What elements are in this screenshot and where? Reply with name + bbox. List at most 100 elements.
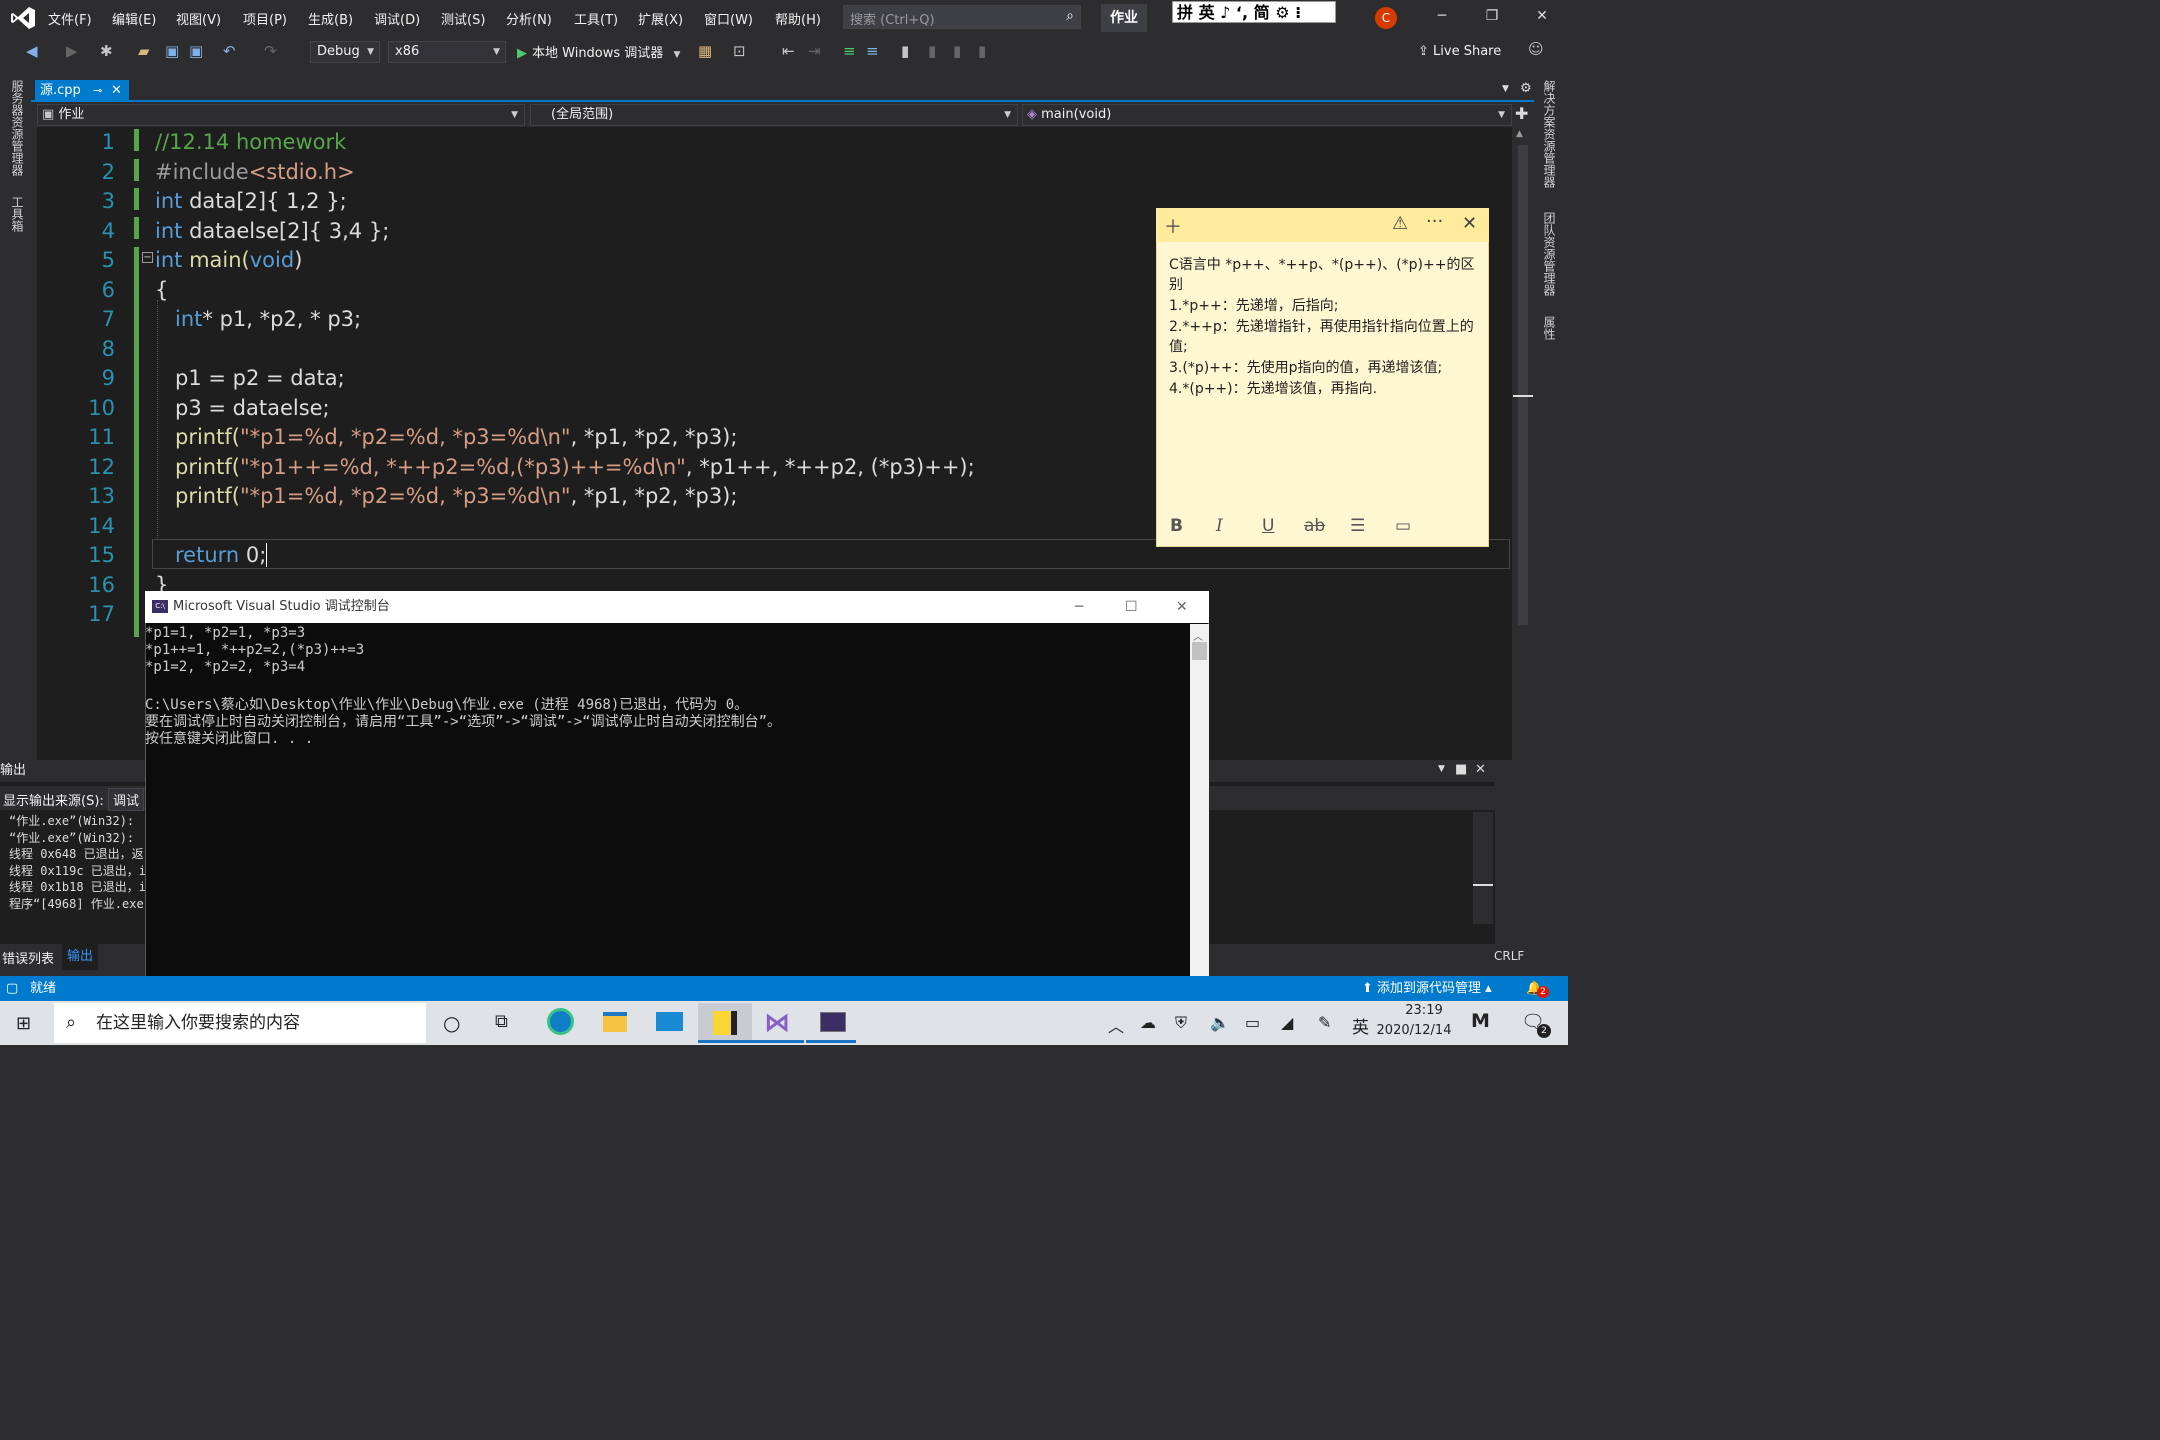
- image-icon[interactable]: ▭: [1395, 516, 1411, 536]
- save-all-icon[interactable]: ▣: [189, 42, 203, 60]
- volume-icon[interactable]: 🔈: [1210, 1013, 1230, 1032]
- properties-tab[interactable]: 属性: [1541, 316, 1558, 340]
- step-icon[interactable]: ⇤: [782, 42, 795, 60]
- ime-mode-icon[interactable]: M: [1471, 1010, 1490, 1032]
- edge-browser-icon[interactable]: [547, 1008, 574, 1035]
- feedback-icon[interactable]: ☺: [1528, 40, 1544, 58]
- platform-dropdown[interactable]: x86 ▼: [388, 41, 506, 63]
- menu-item[interactable]: 项目(P): [243, 9, 287, 28]
- restore-icon[interactable]: ❐: [1482, 8, 1502, 24]
- strikethrough-icon[interactable]: ab: [1304, 516, 1325, 536]
- collapse-icon[interactable]: −: [142, 252, 153, 263]
- bookmark-icon[interactable]: ▮: [901, 42, 909, 60]
- new-project-icon[interactable]: ✱: [100, 42, 113, 60]
- menu-item[interactable]: 视图(V): [176, 9, 221, 28]
- close-panel-icon[interactable]: ✕: [1475, 762, 1486, 777]
- task-view-icon[interactable]: ⧉: [495, 1011, 508, 1032]
- minimize-icon[interactable]: ─: [1432, 8, 1452, 24]
- add-note-icon[interactable]: ＋: [1164, 213, 1182, 239]
- comment-icon[interactable]: ≡: [843, 42, 856, 60]
- scrollbar-thumb[interactable]: [1518, 145, 1528, 625]
- menu-item[interactable]: 测试(S): [441, 9, 485, 28]
- taskbar-date[interactable]: 2020/12/14: [1374, 1023, 1454, 1038]
- menu-item[interactable]: 生成(B): [308, 9, 353, 28]
- user-avatar[interactable]: C: [1375, 7, 1397, 29]
- next-bookmark-icon[interactable]: ▮: [953, 42, 961, 60]
- bold-icon[interactable]: B: [1170, 516, 1183, 536]
- project-nav-dropdown[interactable]: ▣ 作业 ▼: [37, 104, 525, 126]
- save-icon[interactable]: ▣: [165, 42, 179, 60]
- clear-bookmark-icon[interactable]: ▮: [978, 42, 986, 60]
- scope-nav-dropdown[interactable]: (全局范围) ▼: [530, 104, 1018, 126]
- source-control-button[interactable]: ⬆ 添加到源代码管理 ▴: [1362, 976, 1492, 1001]
- close-icon[interactable]: ✕: [1532, 8, 1552, 24]
- browser-link-icon[interactable]: ⊡: [733, 42, 746, 60]
- menu-item[interactable]: 帮助(H): [775, 9, 821, 28]
- menu-item[interactable]: 扩展(X): [638, 9, 683, 28]
- menu-item[interactable]: 文件(F): [48, 9, 92, 28]
- windows-start-icon[interactable]: ⊞: [16, 1013, 31, 1034]
- console-maximize-icon[interactable]: ☐: [1125, 591, 1138, 623]
- close-note-icon[interactable]: ✕: [1462, 213, 1477, 234]
- tab-list-icon[interactable]: ▼: [1502, 84, 1509, 94]
- undo-icon[interactable]: ↶: [223, 42, 236, 60]
- live-share-button[interactable]: ⇪ Live Share: [1418, 44, 1501, 59]
- split-editor-icon[interactable]: ✚: [1515, 104, 1528, 123]
- console-minimize-icon[interactable]: ─: [1075, 591, 1083, 623]
- line-ending-indicator[interactable]: CRLF: [1494, 949, 1524, 963]
- italic-icon[interactable]: I: [1216, 516, 1223, 536]
- forward-icon[interactable]: ▶: [66, 42, 78, 60]
- tab-source-cpp[interactable]: 源.cpp ⊸ ✕: [35, 80, 129, 102]
- config-dropdown[interactable]: Debug ▼: [310, 41, 380, 63]
- tab-output[interactable]: 输出: [62, 944, 99, 970]
- panel-menu-icon[interactable]: ▼: [1438, 764, 1445, 774]
- console-scroll-thumb[interactable]: [1192, 642, 1207, 660]
- network-icon[interactable]: ◢: [1281, 1013, 1293, 1032]
- bullet-list-icon[interactable]: ☰: [1350, 516, 1365, 536]
- redo-icon[interactable]: ↷: [264, 42, 277, 60]
- prev-bookmark-icon[interactable]: ▮: [928, 42, 936, 60]
- output-scrollbar[interactable]: [1473, 812, 1493, 924]
- start-debugger-button[interactable]: ▶ 本地 Windows 调试器 ▼: [517, 42, 680, 61]
- tab-error-list[interactable]: 错误列表: [2, 948, 54, 967]
- close-tab-icon[interactable]: ✕: [111, 80, 122, 102]
- console-close-icon[interactable]: ✕: [1176, 591, 1188, 623]
- pen-icon[interactable]: ✎: [1318, 1013, 1331, 1032]
- tray-expand-icon[interactable]: ︿: [1108, 1013, 1124, 1037]
- taskbar-time[interactable]: 23:19: [1394, 1003, 1454, 1018]
- pin-icon[interactable]: ⊸: [93, 80, 102, 102]
- search-box[interactable]: 搜索 (Ctrl+Q) ⌕: [843, 5, 1081, 29]
- cortana-icon[interactable]: ○: [443, 1011, 460, 1035]
- back-icon[interactable]: ◀: [26, 42, 38, 60]
- menu-item[interactable]: 编辑(E): [112, 9, 156, 28]
- open-file-icon[interactable]: ▰: [138, 42, 150, 60]
- maximize-panel-icon[interactable]: ■: [1455, 762, 1467, 777]
- uncomment-icon[interactable]: ≡: [866, 42, 879, 60]
- scroll-up-icon[interactable]: ▲: [1516, 129, 1523, 139]
- security-icon[interactable]: ⛨: [1175, 1013, 1187, 1033]
- onedrive-icon[interactable]: ☁: [1140, 1013, 1156, 1032]
- server-explorer-tab[interactable]: 服务器资源管理器: [9, 80, 26, 176]
- mail-icon[interactable]: [656, 1012, 683, 1031]
- menu-item[interactable]: 工具(T): [574, 9, 618, 28]
- sticky-note-body[interactable]: C语言中 *p++、*++p、*(p++)、(*p)++的区别 1.*p++：先…: [1169, 255, 1481, 400]
- step-disabled-icon[interactable]: ⇥: [808, 42, 821, 60]
- file-explorer-icon[interactable]: [603, 1012, 627, 1032]
- team-explorer-tab[interactable]: 团队资源管理器: [1541, 212, 1558, 296]
- menu-item[interactable]: 调试(D): [374, 9, 420, 28]
- battery-icon[interactable]: ▭: [1245, 1013, 1260, 1032]
- scroll-up-icon[interactable]: ︿: [1193, 628, 1203, 643]
- warning-icon[interactable]: ⚠: [1392, 213, 1408, 234]
- member-nav-dropdown[interactable]: ◈ main(void) ▼: [1022, 104, 1512, 126]
- ime-toolbar[interactable]: 拼 英 ♪ ‘, 简 ⚙ ⁝: [1172, 1, 1336, 23]
- input-language[interactable]: 英: [1352, 1013, 1369, 1038]
- settings-gear-icon[interactable]: ⚙: [1520, 81, 1532, 96]
- menu-item[interactable]: 分析(N): [506, 9, 552, 28]
- console-scrollbar[interactable]: [1190, 624, 1209, 1002]
- taskbar-search-box[interactable]: ⌕ 在这里输入你要搜索的内容: [54, 1003, 426, 1043]
- menu-item[interactable]: 窗口(W): [704, 9, 753, 28]
- underline-icon[interactable]: U: [1262, 516, 1274, 536]
- more-options-icon[interactable]: ···: [1426, 211, 1443, 232]
- output-source-dropdown[interactable]: 调试: [108, 788, 145, 811]
- solution-explorer-tab[interactable]: 解决方案资源管理器: [1541, 80, 1558, 188]
